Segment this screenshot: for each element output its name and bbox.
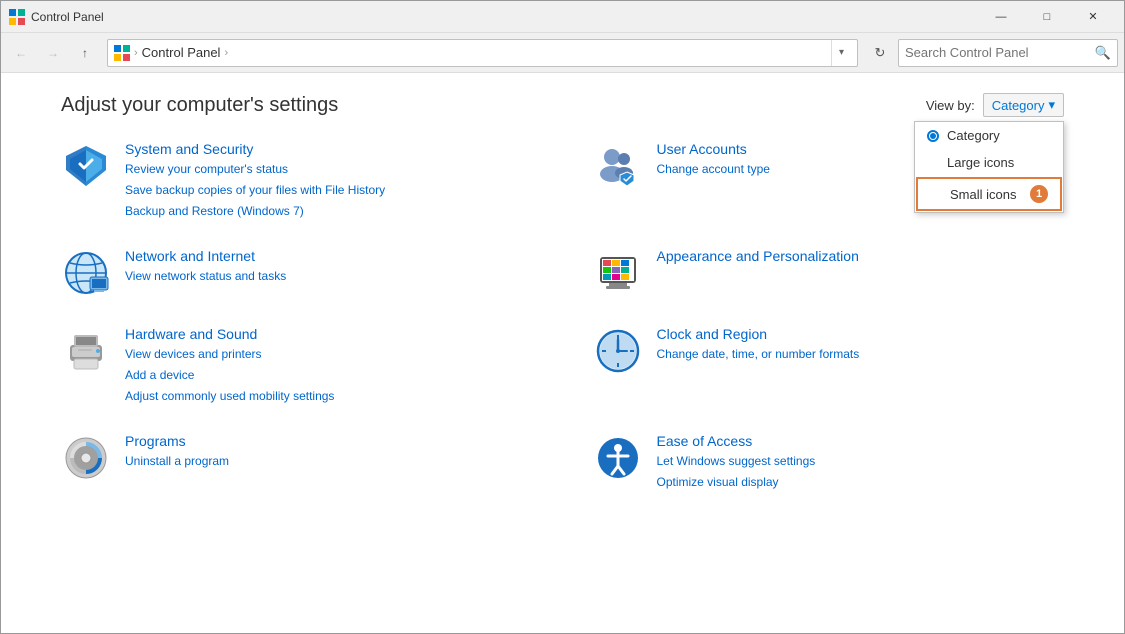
appearance-icon [593, 248, 643, 298]
search-icon[interactable]: 🔍 [1095, 45, 1111, 61]
viewby-section: View by: Category ▾ Category Large icons [926, 93, 1064, 117]
maximize-button[interactable]: □ [1024, 1, 1070, 33]
up-button[interactable]: ↑ [71, 39, 99, 67]
window-icon [9, 9, 25, 25]
user-accounts-icon [593, 141, 643, 191]
ease-access-link-2[interactable]: Optimize visual display [657, 473, 816, 491]
clock-content: Clock and Region Change date, time, or n… [657, 326, 860, 363]
clock-link-1[interactable]: Change date, time, or number formats [657, 345, 860, 363]
system-security-link-2[interactable]: Save backup copies of your files with Fi… [125, 181, 385, 199]
category-network: Network and Internet View network status… [61, 248, 533, 298]
radio-category [927, 130, 939, 142]
ease-access-icon [593, 433, 643, 483]
hardware-link-3[interactable]: Adjust commonly used mobility settings [125, 387, 334, 405]
viewby-label: View by: [926, 98, 975, 113]
search-bar[interactable]: 🔍 [898, 39, 1118, 67]
radio-small-icons [930, 188, 942, 200]
system-security-link-3[interactable]: Backup and Restore (Windows 7) [125, 202, 385, 220]
viewby-dropdown[interactable]: Category ▾ [983, 93, 1064, 117]
category-programs: Programs Uninstall a program [61, 433, 533, 491]
appearance-content: Appearance and Personalization [657, 248, 859, 264]
programs-content: Programs Uninstall a program [125, 433, 229, 470]
category-clock: Clock and Region Change date, time, or n… [593, 326, 1065, 405]
clock-title[interactable]: Clock and Region [657, 326, 860, 342]
network-title[interactable]: Network and Internet [125, 248, 286, 264]
programs-title[interactable]: Programs [125, 433, 229, 449]
appearance-title[interactable]: Appearance and Personalization [657, 248, 859, 264]
category-option-label: Category [947, 128, 1000, 143]
hardware-title[interactable]: Hardware and Sound [125, 326, 334, 342]
refresh-button[interactable]: ↻ [866, 39, 894, 67]
small-icons-badge: 1 [1030, 185, 1048, 203]
viewby-option-large-icons[interactable]: Large icons [915, 149, 1063, 176]
viewby-menu: Category Large icons Small icons 1 [914, 121, 1064, 213]
page-header: Adjust your computer's settings View by:… [61, 93, 1064, 117]
large-icons-option-label: Large icons [947, 155, 1014, 170]
viewby-option-category[interactable]: Category [915, 122, 1063, 149]
hardware-icon [61, 326, 111, 376]
address-bar[interactable]: › Control Panel › ▾ [107, 39, 858, 67]
window-title: Control Panel [31, 10, 978, 24]
ease-access-link-1[interactable]: Let Windows suggest settings [657, 452, 816, 470]
breadcrumb-sep-1: › [134, 47, 138, 59]
system-security-title[interactable]: System and Security [125, 141, 385, 157]
hardware-link-2[interactable]: Add a device [125, 366, 334, 384]
search-input[interactable] [905, 45, 1095, 60]
navbar: ← → ↑ › Control Panel › ▾ ↻ [1, 33, 1124, 73]
viewby-option-small-icons[interactable]: Small icons 1 [916, 177, 1062, 211]
minimize-button[interactable]: — [978, 1, 1024, 33]
small-icons-option-label: Small icons [950, 187, 1016, 202]
ease-access-title[interactable]: Ease of Access [657, 433, 816, 449]
network-link-1[interactable]: View network status and tasks [125, 267, 286, 285]
radio-large-icons [927, 157, 939, 169]
viewby-arrow-icon: ▾ [1048, 97, 1055, 113]
system-security-icon [61, 141, 111, 191]
network-content: Network and Internet View network status… [125, 248, 286, 285]
category-appearance: Appearance and Personalization [593, 248, 1065, 298]
category-system-security: System and Security Review your computer… [61, 141, 533, 220]
category-hardware: Hardware and Sound View devices and prin… [61, 326, 533, 405]
breadcrumb-icon [114, 44, 130, 61]
back-button[interactable]: ← [7, 39, 35, 67]
main-window: Control Panel — □ ✕ ← → ↑ › C [0, 0, 1125, 634]
user-accounts-link-1[interactable]: Change account type [657, 160, 770, 178]
page-title: Adjust your computer's settings [61, 94, 338, 117]
clock-icon [593, 326, 643, 376]
breadcrumb-sep-2: › [224, 47, 228, 59]
user-accounts-content: User Accounts Change account type [657, 141, 770, 178]
programs-icon [61, 433, 111, 483]
breadcrumb: › Control Panel › [114, 44, 827, 61]
programs-link-1[interactable]: Uninstall a program [125, 452, 229, 470]
main-content: Adjust your computer's settings View by:… [1, 73, 1124, 633]
network-icon [61, 248, 111, 298]
titlebar: Control Panel — □ ✕ [1, 1, 1124, 33]
address-dropdown-button[interactable]: ▾ [831, 40, 851, 66]
ease-access-content: Ease of Access Let Windows suggest setti… [657, 433, 816, 491]
breadcrumb-control-panel[interactable]: Control Panel [142, 45, 221, 60]
hardware-content: Hardware and Sound View devices and prin… [125, 326, 334, 405]
category-ease-access: Ease of Access Let Windows suggest setti… [593, 433, 1065, 491]
system-security-content: System and Security Review your computer… [125, 141, 385, 220]
viewby-current: Category [992, 98, 1045, 113]
window-controls: — □ ✕ [978, 1, 1116, 33]
close-button[interactable]: ✕ [1070, 1, 1116, 33]
system-security-link-1[interactable]: Review your computer's status [125, 160, 385, 178]
forward-button[interactable]: → [39, 39, 67, 67]
user-accounts-title[interactable]: User Accounts [657, 141, 770, 157]
hardware-link-1[interactable]: View devices and printers [125, 345, 334, 363]
